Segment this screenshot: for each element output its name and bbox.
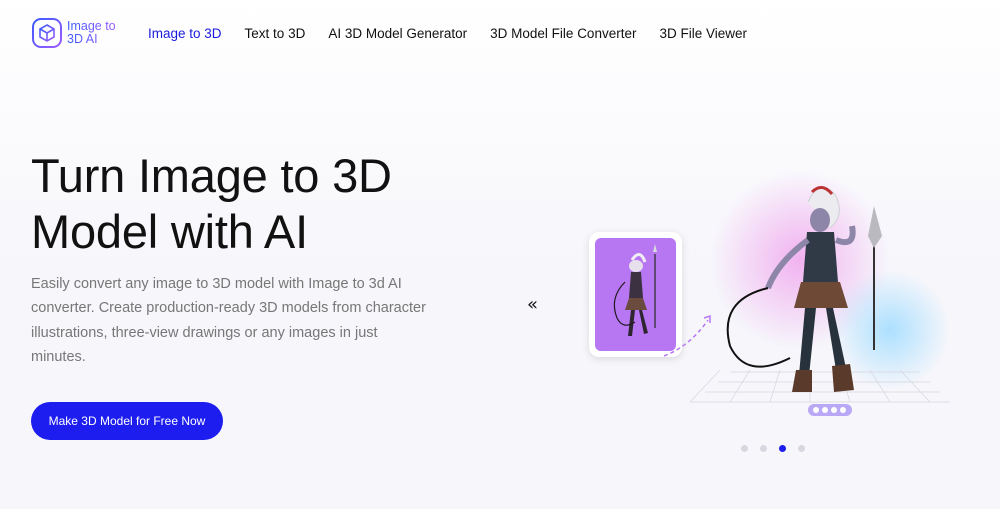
hero-title: Turn Image to 3D Model with AI <box>31 149 392 258</box>
grid-toggle-icon[interactable] <box>840 407 846 413</box>
brand-logo[interactable]: Image to 3D AI <box>31 17 117 49</box>
3d-model-preview <box>663 170 950 416</box>
carousel-dot-2[interactable] <box>760 445 767 452</box>
carousel-dot-1[interactable] <box>741 445 748 452</box>
main-nav: Image to 3D Text to 3D AI 3D Model Gener… <box>148 26 770 41</box>
brand-logo-text: Image to 3D AI <box>67 19 116 46</box>
nav-item-3d-file-viewer[interactable]: 3D File Viewer <box>659 26 747 41</box>
nav-item-image-to-3d[interactable]: Image to 3D <box>148 26 222 41</box>
rotate-icon[interactable] <box>813 407 819 413</box>
reset-view-icon[interactable] <box>822 407 828 413</box>
carousel-dot-4[interactable] <box>798 445 805 452</box>
carousel-dot-3[interactable] <box>779 445 786 452</box>
cube-logo-icon <box>32 18 62 48</box>
carousel-prev-icon[interactable]: « <box>527 296 538 314</box>
refresh-icon[interactable] <box>831 407 837 413</box>
nav-item-text-to-3d[interactable]: Text to 3D <box>245 26 306 41</box>
make-3d-model-button[interactable]: Make 3D Model for Free Now <box>31 402 223 440</box>
nav-item-ai-3d-model-generator[interactable]: AI 3D Model Generator <box>328 26 467 41</box>
carousel-pagination <box>741 445 817 452</box>
site-header: Image to 3D AI Image to 3D Text to 3D AI… <box>0 0 1000 70</box>
nav-item-3d-model-file-converter[interactable]: 3D Model File Converter <box>490 26 636 41</box>
hero-description: Easily convert any image to 3D model wit… <box>31 276 426 365</box>
